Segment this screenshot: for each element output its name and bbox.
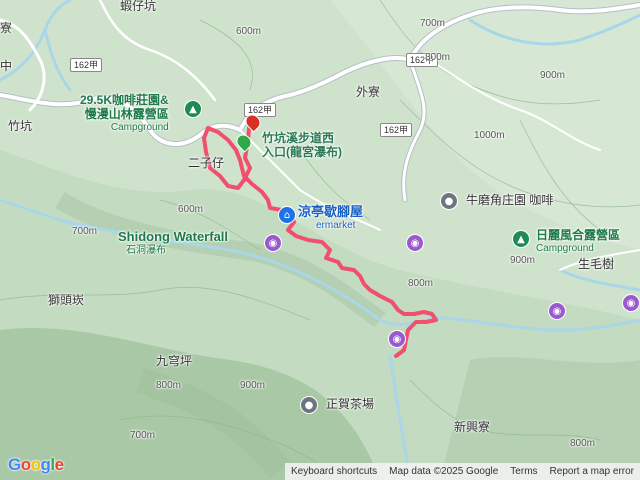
contour-label: 900m: [540, 70, 566, 81]
poi-name-en: Shidong Waterfall: [118, 229, 229, 244]
contour-label: 700m: [72, 226, 98, 237]
map-data-attribution: Map data ©2025 Google: [389, 466, 499, 477]
poi-name-zh: 石洞瀑布: [126, 244, 166, 256]
camera-icon[interactable]: ◉: [264, 234, 282, 252]
contour-label: 800m: [425, 52, 451, 63]
place-label-waiqiao: 外寮: [356, 85, 381, 99]
poi-type: Campground: [536, 242, 594, 254]
transit-icon[interactable]: ⌂: [278, 206, 296, 224]
place-icon[interactable]: ●: [440, 192, 458, 210]
contour-label: 900m: [510, 255, 536, 266]
poi-tea-farm[interactable]: 正賀茶場: [326, 397, 374, 412]
road-shield-162: 162甲: [380, 123, 413, 137]
poi-cafe[interactable]: 牛磨角庄園 咖啡: [466, 193, 553, 208]
camera-icon[interactable]: ◉: [406, 234, 424, 252]
poi-name: 29.5K咖啡莊園&: [80, 93, 169, 107]
campground-icon[interactable]: ▲: [512, 230, 530, 248]
place-label-xinxing: 新興寮: [454, 420, 491, 434]
contour-label: 1000m: [474, 130, 505, 141]
poi-name: 竹坑溪步道西: [262, 131, 335, 145]
contour-label: 800m: [408, 278, 434, 289]
camera-icon[interactable]: ◉: [548, 302, 566, 320]
poi-type: Campground: [110, 121, 169, 133]
contour-label: 900m: [240, 380, 266, 391]
place-label-zhukeng: 竹坑: [8, 119, 33, 133]
place-icon[interactable]: ●: [300, 396, 318, 414]
poi-liangting[interactable]: 涼亭歇腳屋: [298, 204, 363, 220]
contour-label: 800m: [156, 380, 182, 391]
poi-name: 日麗風合露營區: [536, 228, 621, 242]
google-logo: Google: [8, 455, 64, 474]
contour-label: 700m: [130, 430, 156, 441]
poi-liangting-sub: ermarket: [316, 220, 356, 231]
keyboard-shortcuts-link[interactable]: Keyboard shortcuts: [285, 466, 383, 477]
place-label-left-edge: 中: [0, 59, 13, 73]
terms-link[interactable]: Terms: [504, 466, 543, 477]
contour-label: 700m: [420, 18, 446, 29]
map-footer: Keyboard shortcuts Map data ©2025 Google…: [285, 463, 640, 480]
poi-name-2: 入口(龍宮瀑布): [262, 144, 342, 159]
camera-icon[interactable]: ◉: [388, 330, 406, 348]
poi-shidong-waterfall[interactable]: Shidong Waterfall 石洞瀑布: [118, 229, 229, 256]
campground-icon[interactable]: ▲: [184, 100, 202, 118]
contour-label: 600m: [178, 204, 204, 215]
place-label-top-left: 寮: [0, 21, 13, 35]
road-shield-162: 162甲: [70, 58, 103, 72]
place-label-shitoukan: 獅頭崁: [48, 293, 85, 307]
place-label-erzi: 二子仔: [188, 156, 225, 170]
place-label-shengmaoshu: 生毛樹: [578, 257, 615, 271]
contour-label: 800m: [570, 438, 596, 449]
camera-icon[interactable]: ◉: [622, 294, 640, 312]
contour-label: 600m: [236, 26, 262, 37]
poi-campground-29k[interactable]: 29.5K咖啡莊園& 慢漫山林露營區 Campground: [80, 93, 169, 133]
poi-trailhead[interactable]: 竹坑溪步道西 入口(龍宮瀑布): [262, 131, 342, 160]
report-error-link[interactable]: Report a map error: [544, 466, 640, 477]
place-label-jiuqiong: 九穹坪: [156, 354, 193, 368]
poi-name-2: 慢漫山林露營區: [84, 106, 169, 121]
poi-campground-rili[interactable]: 日麗風合露營區 Campground: [536, 228, 621, 254]
place-label-xiazaikeng: 蝦仔坑: [120, 0, 157, 13]
